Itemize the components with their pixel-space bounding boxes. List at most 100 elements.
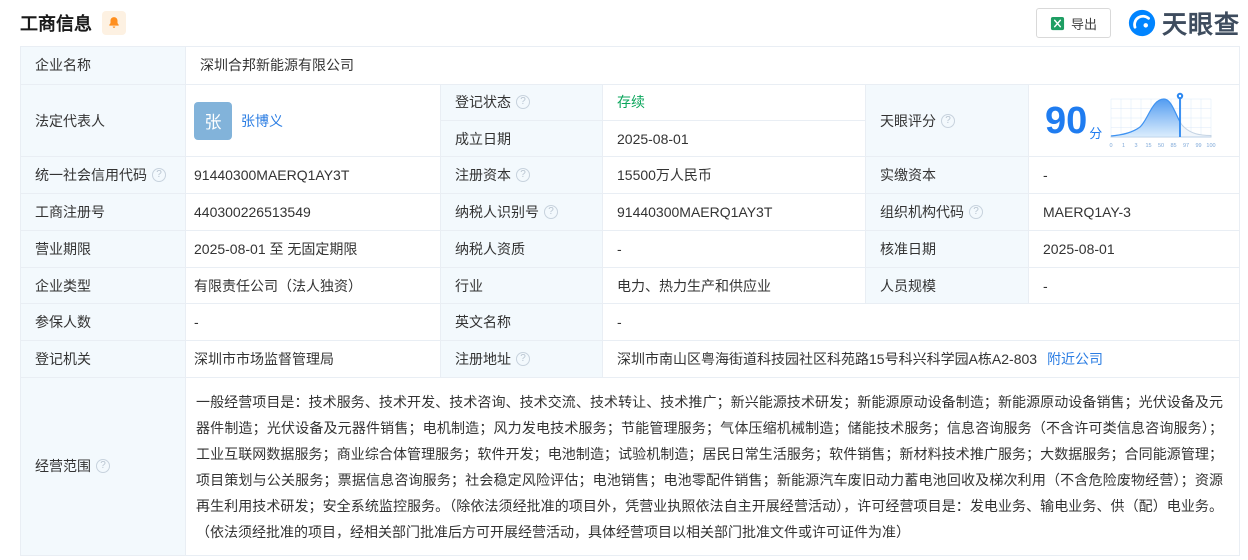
- label-text: 组织机构代码: [880, 202, 964, 222]
- help-icon[interactable]: ?: [152, 168, 166, 182]
- label-text: 人员规模: [880, 276, 936, 296]
- label-reg-capital: 注册资本 ?: [441, 157, 603, 193]
- x-tick: 99: [1196, 143, 1202, 149]
- value-credit-code: 91440300MAERQ1AY3T: [186, 157, 441, 193]
- label-staff-size: 人员规模: [866, 268, 1029, 304]
- value-reg-capital: 15500万人民币: [603, 157, 866, 193]
- label-text: 天眼评分: [880, 111, 936, 131]
- value-industry: 电力、热力生产和供应业: [603, 268, 866, 304]
- help-icon[interactable]: ?: [516, 95, 530, 109]
- label-text: 英文名称: [455, 312, 511, 332]
- approval-date-text: 2025-08-01: [1043, 241, 1115, 257]
- x-tick: 15: [1146, 143, 1152, 149]
- value-approval-date: 2025-08-01: [1029, 231, 1239, 267]
- label-org-code: 组织机构代码 ?: [866, 194, 1029, 230]
- export-button[interactable]: 导出: [1036, 8, 1111, 38]
- excel-icon: [1050, 16, 1065, 31]
- help-icon[interactable]: ?: [516, 168, 530, 182]
- bell-icon: [107, 16, 121, 30]
- label-text: 注册地址: [455, 349, 511, 369]
- x-tick: 0: [1110, 143, 1113, 149]
- business-scope-text: 一般经营项目是：技术服务、技术开发、技术咨询、技术交流、技术转让、技术推广；新兴…: [196, 389, 1223, 545]
- chart-x-ticks: 0 1 3 15 50 85 97 99 100: [1110, 143, 1216, 149]
- value-taxpayer-qualification: -: [603, 231, 866, 267]
- value-english-name: -: [603, 304, 1239, 340]
- label-establish-date: 成立日期: [441, 121, 603, 156]
- legal-rep-link[interactable]: 张博义: [241, 111, 283, 131]
- label-text: 成立日期: [455, 129, 511, 149]
- help-icon[interactable]: ?: [941, 114, 955, 128]
- help-icon[interactable]: ?: [544, 205, 558, 219]
- x-tick: 1: [1122, 143, 1125, 149]
- label-reg-number: 工商注册号: [21, 194, 186, 230]
- insured-count-text: -: [194, 314, 199, 330]
- tianyan-score-unit: 分: [1089, 123, 1102, 142]
- table-row-company-type: 企业类型 有限责任公司（法人独资） 行业 电力、热力生产和供应业 人员规模 -: [21, 268, 1239, 305]
- value-paid-capital: -: [1029, 157, 1239, 193]
- help-icon[interactable]: ?: [96, 459, 110, 473]
- reg-address-text: 深圳市南山区粤海街道科技园社区科苑路15号科兴科学园A栋A2-803: [617, 349, 1037, 369]
- business-info-table: 企业名称 深圳合邦新能源有限公司 法定代表人 张 张博义 登记状态 ? 存续: [20, 46, 1240, 556]
- label-reg-status: 登记状态 ?: [441, 85, 603, 120]
- label-industry: 行业: [441, 268, 603, 304]
- value-legal-rep: 张 张博义: [186, 85, 441, 157]
- table-row-insured-count: 参保人数 - 英文名称 -: [21, 304, 1239, 341]
- value-company-name: 深圳合邦新能源有限公司: [186, 47, 1239, 84]
- table-row-legal-rep: 法定代表人 张 张博义 登记状态 ? 存续 成立日期 2025-08-0: [21, 85, 1239, 158]
- label-reg-authority: 登记机关: [21, 341, 186, 377]
- company-type-text: 有限责任公司（法人独资）: [194, 276, 362, 296]
- tianyancha-logo-icon: [1127, 8, 1157, 38]
- label-paid-capital: 实缴资本: [866, 157, 1029, 193]
- table-row-reg-number: 工商注册号 440300226513549 纳税人识别号 ? 91440300M…: [21, 194, 1239, 231]
- label-company-type: 企业类型: [21, 268, 186, 304]
- label-text: 登记机关: [35, 349, 91, 369]
- x-tick: 85: [1171, 143, 1177, 149]
- value-reg-authority: 深圳市市场监督管理局: [186, 341, 441, 377]
- legal-rep-avatar[interactable]: 张: [194, 102, 232, 140]
- x-tick: 100: [1207, 143, 1216, 149]
- sub-row-reg-status: 登记状态 ? 存续: [441, 85, 866, 121]
- label-text: 纳税人识别号: [455, 202, 539, 222]
- label-text: 实缴资本: [880, 165, 936, 185]
- credit-code-text: 91440300MAERQ1AY3T: [194, 167, 349, 183]
- reg-authority-text: 深圳市市场监督管理局: [194, 349, 334, 369]
- value-reg-address: 深圳市南山区粤海街道科技园社区科苑路15号科兴科学园A栋A2-803 附近公司: [603, 341, 1239, 377]
- tianyancha-logo[interactable]: 天眼查: [1127, 5, 1240, 41]
- table-row-business-term: 营业期限 2025-08-01 至 无固定期限 纳税人资质 - 核准日期 202…: [21, 231, 1239, 268]
- paid-capital-text: -: [1043, 167, 1048, 183]
- label-text: 参保人数: [35, 312, 91, 332]
- value-reg-number: 440300226513549: [186, 194, 441, 230]
- label-reg-address: 注册地址 ?: [441, 341, 603, 377]
- label-credit-code: 统一社会信用代码 ?: [21, 157, 186, 193]
- label-approval-date: 核准日期: [866, 231, 1029, 267]
- page-title: 工商信息: [20, 10, 92, 36]
- value-establish-date: 2025-08-01: [603, 121, 866, 156]
- label-text: 纳税人资质: [455, 239, 525, 259]
- help-icon[interactable]: ?: [516, 352, 530, 366]
- status-date-subtable: 登记状态 ? 存续 成立日期 2025-08-01: [441, 85, 866, 157]
- label-english-name: 英文名称: [441, 304, 603, 340]
- panel-header-left: 工商信息: [20, 10, 126, 36]
- table-row-company-name: 企业名称 深圳合邦新能源有限公司: [21, 47, 1239, 85]
- label-text: 经营范围: [35, 456, 91, 476]
- value-staff-size: -: [1029, 268, 1239, 304]
- value-company-type: 有限责任公司（法人独资）: [186, 268, 441, 304]
- label-company-name: 企业名称: [21, 47, 186, 84]
- nearby-companies-link[interactable]: 附近公司: [1047, 349, 1103, 369]
- panel-header-right: 导出 天眼查: [1036, 5, 1240, 41]
- sub-row-establish-date: 成立日期 2025-08-01: [441, 121, 866, 156]
- value-tianyan-score: 90 分: [1029, 85, 1239, 157]
- help-icon[interactable]: ?: [969, 205, 983, 219]
- business-info-panel: 工商信息 导出 天眼查: [0, 0, 1248, 556]
- x-tick: 97: [1183, 143, 1189, 149]
- table-row-reg-authority: 登记机关 深圳市市场监督管理局 注册地址 ? 深圳市南山区粤海街道科技园社区科苑…: [21, 341, 1239, 378]
- score-distribution-chart: 0 1 3 15 50 85 97 99 100: [1108, 91, 1220, 151]
- export-button-label: 导出: [1071, 14, 1097, 33]
- reg-status-badge: 存续: [617, 92, 645, 112]
- staff-size-text: -: [1043, 278, 1048, 294]
- x-tick: 50: [1158, 143, 1164, 149]
- label-text: 登记状态: [455, 92, 511, 112]
- subscribe-bell-button[interactable]: [102, 11, 126, 35]
- org-code-text: MAERQ1AY-3: [1043, 204, 1131, 220]
- reg-capital-text: 15500万人民币: [617, 165, 712, 185]
